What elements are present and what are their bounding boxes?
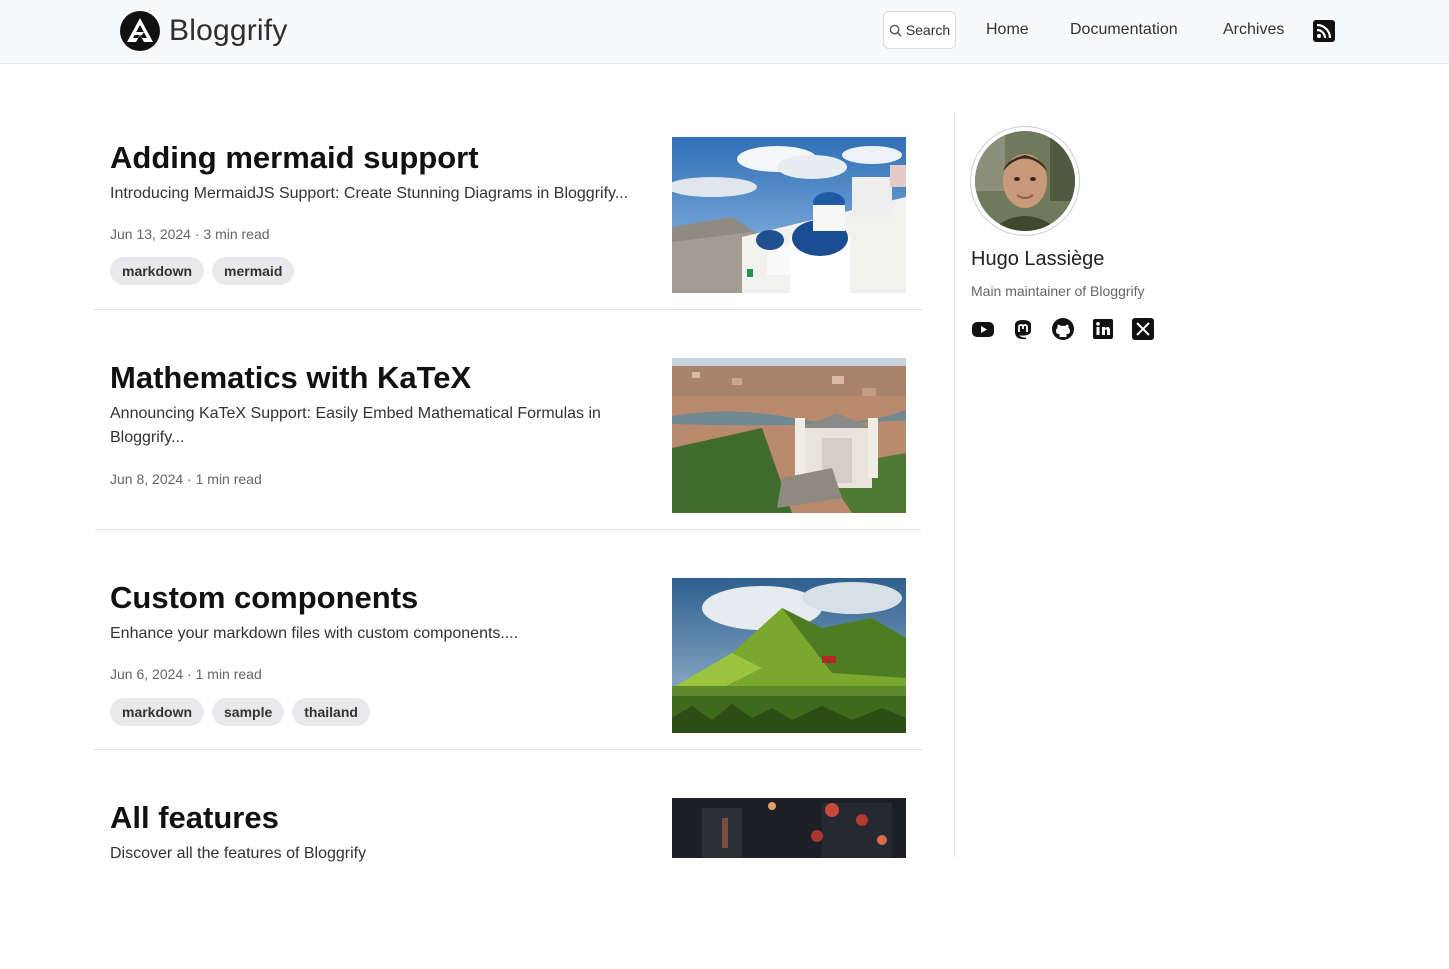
nav-home-link[interactable]: Home	[986, 21, 1029, 39]
mastodon-icon[interactable]	[1011, 317, 1035, 341]
tag-markdown[interactable]: markdown	[110, 257, 205, 285]
rss-icon[interactable]	[1313, 20, 1335, 42]
post-description: Announcing KaTeX Support: Easily Embed M…	[110, 405, 601, 446]
search-icon	[889, 24, 902, 37]
night-lanterns-photo[interactable]	[672, 798, 906, 858]
post-card: All features Discover all the features o…	[94, 770, 922, 969]
post-tags: markdown mermaid	[110, 257, 295, 285]
social-links	[971, 317, 1155, 341]
post-card: Mathematics with KaTeX Announcing KaTeX …	[94, 330, 922, 530]
triangle-logo-icon	[120, 11, 160, 51]
site-logo-link[interactable]: Bloggrify	[120, 11, 288, 51]
post-meta: Jun 13, 2024 · 3 min read	[110, 226, 270, 242]
post-tags: markdown sample thailand	[110, 698, 370, 726]
site-name: Bloggrify	[169, 14, 288, 47]
author-name: Hugo Lassiège	[971, 248, 1105, 270]
nav-documentation-link[interactable]: Documentation	[1070, 21, 1178, 39]
x-icon[interactable]	[1131, 317, 1155, 341]
post-meta: Jun 8, 2024 · 1 min read	[110, 471, 262, 487]
github-icon[interactable]	[1051, 317, 1075, 341]
tag-mermaid[interactable]: mermaid	[212, 257, 295, 285]
post-description: Discover all the features of Bloggrify	[110, 845, 367, 862]
tag-thailand[interactable]: thailand	[292, 698, 370, 726]
post-meta: Jun 6, 2024 · 1 min read	[110, 666, 262, 682]
search-button[interactable]: Search	[883, 11, 956, 49]
post-card: Custom components Enhance your markdown …	[94, 550, 922, 750]
post-title-link[interactable]: All features	[110, 800, 279, 836]
santorini-blue-domes-photo[interactable]	[672, 137, 906, 293]
post-description: Introducing MermaidJS Support: Create St…	[110, 185, 629, 202]
nav-archives-link[interactable]: Archives	[1223, 21, 1284, 39]
tag-markdown[interactable]: markdown	[110, 698, 205, 726]
top-navbar: Bloggrify Search Home Documentation Arch…	[0, 0, 1449, 64]
post-title-link[interactable]: Mathematics with KaTeX	[110, 360, 471, 396]
search-label: Search	[905, 22, 951, 38]
post-title-link[interactable]: Adding mermaid support	[110, 140, 479, 176]
linkedin-icon[interactable]	[1091, 317, 1115, 341]
post-title-link[interactable]: Custom components	[110, 580, 418, 616]
post-description: Enhance your markdown files with custom …	[110, 625, 519, 642]
author-avatar-photo	[970, 126, 1080, 236]
author-bio: Main maintainer of Bloggrify	[971, 283, 1145, 299]
youtube-icon[interactable]	[971, 317, 995, 341]
tag-sample[interactable]: sample	[212, 698, 285, 726]
sidebar-divider	[954, 111, 955, 858]
green-mountain-landscape-photo[interactable]	[672, 578, 906, 733]
lyon-basilica-aerial-photo[interactable]	[672, 358, 906, 513]
post-card: Adding mermaid support Introducing Merma…	[94, 110, 922, 310]
